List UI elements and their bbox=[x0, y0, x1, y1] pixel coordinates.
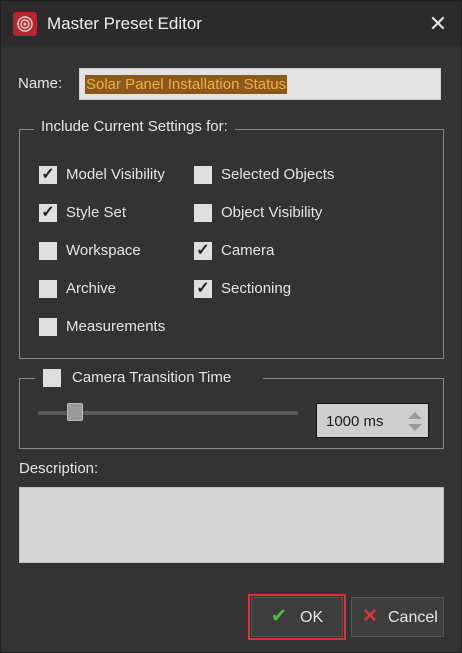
title-bar: Master Preset Editor ✕ bbox=[1, 1, 461, 47]
checkbox-label: Selected Objects bbox=[221, 166, 335, 183]
x-icon: ✕ bbox=[362, 606, 378, 627]
checkbox-label: Measurements bbox=[66, 318, 166, 335]
checkbox-box[interactable]: ✓ bbox=[39, 204, 57, 222]
spin-up-icon[interactable] bbox=[408, 412, 422, 419]
ok-button[interactable]: ✔ OK bbox=[248, 594, 346, 640]
checkbox-label: Workspace bbox=[66, 242, 141, 259]
name-field-value: Solar Panel Installation Status bbox=[85, 75, 288, 94]
checkbox-box[interactable] bbox=[39, 242, 57, 260]
checkbox-label: Object Visibility bbox=[221, 204, 323, 221]
transition-time-spinbox[interactable]: 1000 ms bbox=[316, 403, 429, 438]
checkbox-box[interactable] bbox=[39, 318, 57, 336]
preset-editor-dialog: Master Preset Editor ✕ Name: Solar Panel… bbox=[0, 0, 462, 653]
cancel-button[interactable]: ✕ Cancel bbox=[351, 597, 444, 637]
ok-button-label: OK bbox=[300, 609, 324, 626]
checkbox-label: Style Set bbox=[66, 204, 127, 221]
checkbox-label: Model Visibility bbox=[66, 166, 165, 183]
description-field[interactable] bbox=[19, 487, 444, 563]
checkbox-label: Camera bbox=[221, 242, 275, 259]
checkbox-label: Archive bbox=[66, 280, 117, 297]
name-label: Name: bbox=[18, 75, 63, 92]
spin-down-icon[interactable] bbox=[408, 424, 422, 431]
description-label: Description: bbox=[19, 460, 99, 477]
camera-transition-legend[interactable]: Camera Transition Time bbox=[35, 367, 263, 389]
cancel-button-label: Cancel bbox=[388, 609, 438, 626]
checkbox-box[interactable] bbox=[39, 280, 57, 298]
settings-group-legend: Include Current Settings for: bbox=[34, 118, 235, 135]
checkbox-box[interactable] bbox=[194, 204, 212, 222]
transition-slider-handle[interactable] bbox=[67, 403, 83, 421]
checkbox-label: Sectioning bbox=[221, 280, 292, 297]
checkbox-box[interactable]: ✓ bbox=[194, 280, 212, 298]
app-logo-icon bbox=[13, 12, 37, 36]
camera-transition-checkbox[interactable] bbox=[43, 369, 61, 387]
name-field[interactable]: Solar Panel Installation Status bbox=[79, 68, 441, 100]
checkmark-icon: ✔ bbox=[271, 606, 287, 627]
transition-time-value: 1000 ms bbox=[326, 413, 384, 430]
dialog-title: Master Preset Editor bbox=[47, 14, 202, 33]
camera-transition-label: Camera Transition Time bbox=[72, 369, 232, 386]
checkbox-box[interactable] bbox=[194, 166, 212, 184]
checkbox-box[interactable]: ✓ bbox=[194, 242, 212, 260]
checkbox-box[interactable]: ✓ bbox=[39, 166, 57, 184]
close-icon[interactable]: ✕ bbox=[423, 9, 453, 39]
